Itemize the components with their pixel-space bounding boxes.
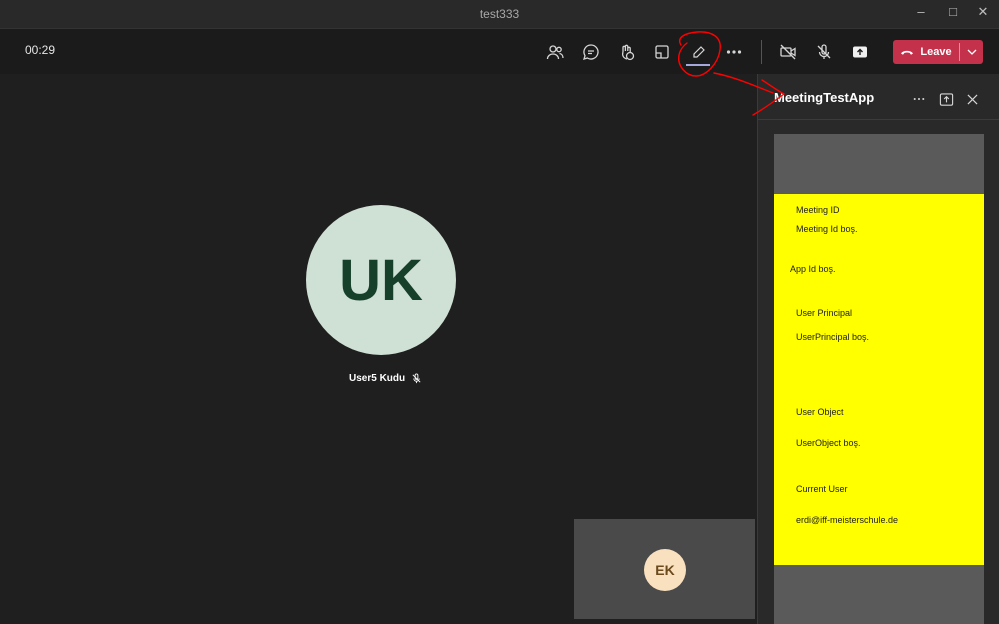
participants-icon[interactable]: [542, 39, 568, 65]
app-pencil-icon[interactable]: [686, 39, 712, 65]
close-window-icon[interactable]: ✕: [976, 5, 990, 19]
minimize-icon[interactable]: –: [914, 5, 928, 19]
app-side-panel: MeetingTestApp Meeting ID Meeting Id boş…: [757, 74, 999, 624]
chat-icon[interactable]: [578, 39, 604, 65]
leave-label: Leave: [920, 46, 952, 58]
meeting-timer: 00:29: [25, 43, 56, 57]
camera-off-icon[interactable]: [775, 39, 801, 65]
more-icon[interactable]: [721, 39, 747, 65]
chevron-down-icon[interactable]: [960, 40, 983, 64]
hang-up-icon: [901, 50, 914, 55]
current-user-label: Current User: [796, 484, 848, 494]
meeting-id-label: Meeting ID: [796, 205, 840, 215]
user-principal-value: UserPrincipal boş.: [796, 332, 870, 342]
leave-button[interactable]: Leave: [893, 40, 983, 64]
meeting-stage: UK User5 Kudu EK: [0, 74, 757, 624]
window-title: test333: [479, 7, 520, 21]
current-user-value: erdi@iff-meisterschule.de: [796, 515, 899, 525]
pop-out-icon[interactable]: [937, 90, 955, 108]
panel-divider: [758, 119, 999, 120]
self-avatar: EK: [644, 549, 686, 591]
self-video-tile[interactable]: EK: [574, 519, 755, 619]
panel-more-icon[interactable]: [910, 90, 928, 108]
app-id-value: App Id boş.: [790, 264, 836, 274]
title-bar: test333 – □ ✕: [0, 0, 999, 29]
user-principal-label: User Principal: [796, 308, 853, 318]
share-icon[interactable]: [847, 39, 873, 65]
close-panel-icon[interactable]: [963, 90, 981, 108]
maximize-icon[interactable]: □: [946, 5, 960, 19]
user-object-value: UserObject boş.: [796, 438, 861, 448]
app-content: Meeting ID Meeting Id boş. App Id boş. U…: [774, 194, 984, 565]
reactions-icon[interactable]: [614, 39, 640, 65]
meeting-toolbar: 00:29 Leave: [0, 29, 999, 74]
participant-avatar: UK: [306, 205, 456, 355]
mic-off-icon[interactable]: [811, 39, 837, 65]
room-view-icon[interactable]: [649, 39, 675, 65]
meeting-id-value: Meeting Id boş.: [796, 224, 858, 234]
participant-name: User5 Kudu: [349, 373, 406, 384]
panel-title: MeetingTestApp: [774, 90, 875, 105]
participant-name-tag: User5 Kudu: [349, 373, 422, 384]
toolbar-separator: [761, 40, 762, 64]
active-tab-indicator: [686, 64, 710, 66]
user-object-label: User Object: [796, 407, 844, 417]
leave-main[interactable]: Leave: [893, 40, 959, 64]
muted-icon: [412, 373, 421, 384]
